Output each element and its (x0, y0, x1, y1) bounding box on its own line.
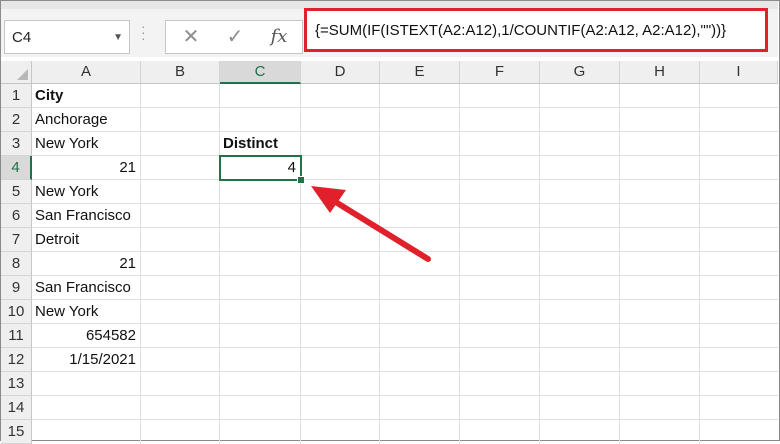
annotation-arrow-icon (311, 186, 431, 262)
